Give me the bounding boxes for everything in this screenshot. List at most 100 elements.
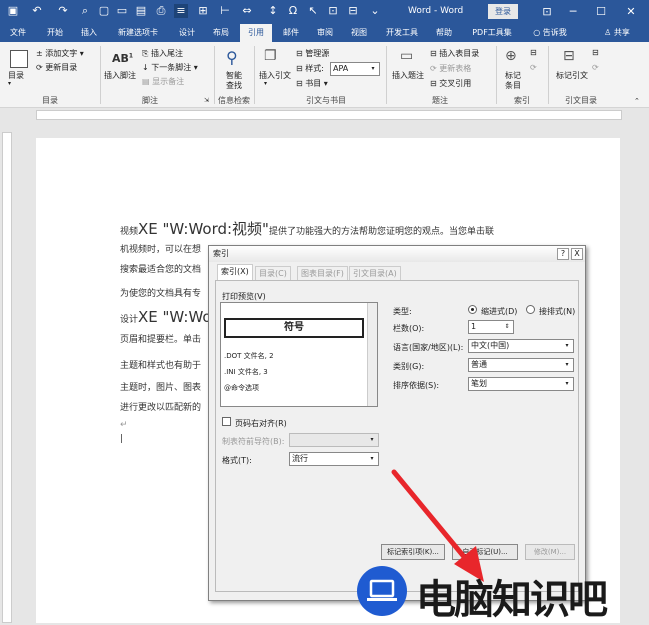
dialog-title: 索引	[209, 246, 585, 262]
footnote-launcher-icon[interactable]: ⇲	[204, 97, 209, 104]
tab-layout[interactable]: 布局	[206, 24, 236, 42]
bibliography-button[interactable]: ⊟ 书目 ▾	[296, 78, 328, 89]
customize-qat-icon[interactable]: ⌄	[368, 4, 382, 18]
language-select[interactable]: 中文(中国) ▾	[468, 339, 574, 353]
tab-review[interactable]: 审阅	[310, 24, 340, 42]
new-doc-icon[interactable]: ▢	[97, 4, 111, 18]
format-select[interactable]: 流行 ▾	[289, 452, 379, 466]
tab-pdf[interactable]: PDF工具集	[464, 24, 520, 42]
language-label: 语言(国家/地区)(L):	[393, 343, 464, 352]
align-icon[interactable]: ⊢	[218, 4, 232, 18]
undo-icon[interactable]: ↶	[30, 4, 44, 18]
print-preview-icon[interactable]: ⌕	[78, 4, 92, 18]
sort-select[interactable]: 笔划 ▾	[468, 377, 574, 391]
manage-sources-button[interactable]: ⊟ 管理源	[296, 48, 329, 59]
update-toc-button[interactable]: ⟳ 更新目录	[36, 62, 77, 73]
dialog-close-icon[interactable]: X	[571, 248, 583, 260]
tab-insert[interactable]: 插入	[74, 24, 104, 42]
tab-table-of-figures[interactable]: 图表目录(F)	[297, 266, 348, 280]
group-separator	[548, 46, 549, 104]
insert-footnote-button[interactable]: 插入脚注	[104, 70, 136, 81]
redo-icon[interactable]: ↷	[56, 4, 70, 18]
right-align-checkbox[interactable]	[222, 417, 231, 426]
select-icon[interactable]: ↖	[306, 4, 320, 18]
save-as-icon[interactable]: ▤	[134, 4, 148, 18]
tab-mailings[interactable]: 邮件	[276, 24, 306, 42]
tab-leader-select[interactable]: ▾	[289, 433, 379, 447]
toa-insert-icon[interactable]: ⊟	[592, 48, 599, 57]
sort-label: 排序依据(S):	[393, 381, 440, 390]
tab-references[interactable]: 引用	[240, 24, 272, 42]
index-insert-icon[interactable]: ⊟	[530, 48, 537, 57]
paragraph-mark-icon: ↵	[120, 420, 128, 430]
insert-endnote-label: 插入尾注	[150, 49, 183, 58]
save-icon[interactable]: ▣	[6, 4, 20, 18]
lightbulb-icon: ○	[533, 28, 543, 37]
modify-button[interactable]: 修改(M)...	[525, 544, 575, 560]
text-box-icon[interactable]: ⊡	[326, 4, 340, 18]
tab-index[interactable]: 索引(X)	[217, 264, 253, 280]
tab-home[interactable]: 开始	[40, 24, 70, 42]
share-button[interactable]: ♙ 共享	[594, 24, 640, 42]
cross-ref-button[interactable]: ⊟ 交叉引用	[430, 78, 471, 89]
xe-field-1[interactable]: XE "W:Word:视频"	[138, 220, 269, 238]
close-icon[interactable]: ✕	[620, 3, 642, 21]
index-update-icon[interactable]: ⟳	[530, 63, 537, 72]
runin-radio[interactable]	[526, 305, 535, 314]
add-text-button[interactable]: ± 添加文字 ▾	[36, 48, 84, 59]
print-icon[interactable]: ⎙	[154, 4, 168, 18]
login-button[interactable]: 登录	[488, 4, 518, 19]
footnote-ab-icon: AB1	[112, 52, 134, 65]
tab-table-of-authorities[interactable]: 引文目录(A)	[349, 266, 401, 280]
help-icon[interactable]: ?	[557, 248, 569, 260]
tab-help[interactable]: 帮助	[428, 24, 460, 42]
columns-stepper[interactable]: 1 ⇕	[468, 320, 514, 334]
toc-dropdown-icon[interactable]: ▾	[8, 80, 11, 87]
chevron-down-icon: ▾	[370, 455, 374, 462]
ribbon-tabs: 文件 开始 插入 新建选项卡 设计 布局 引用 邮件 审阅 视图 开发工具 帮助…	[0, 24, 649, 42]
tab-leader-label: 制表符前导符(B):	[222, 437, 285, 446]
tab-design[interactable]: 设计	[172, 24, 202, 42]
bibliography-icon: ⊟	[296, 79, 306, 88]
tell-me[interactable]: ○ 告诉我	[526, 24, 574, 42]
mark-citation-icon: ⊟	[563, 48, 575, 64]
doc-line-2: 机视频时，可以在想	[120, 245, 202, 255]
insert-caption-button[interactable]: 插入题注	[392, 70, 424, 81]
read-mode-icon[interactable]: ≡	[174, 4, 188, 18]
tab-toc[interactable]: 目录(C)	[255, 266, 291, 280]
open-folder-icon[interactable]: ▭	[115, 4, 129, 18]
category-select[interactable]: 普通 ▾	[468, 358, 574, 372]
update-table-button[interactable]: ⟳ 更新表格	[430, 63, 471, 74]
spacing-icon[interactable]: ⇔	[240, 4, 254, 18]
type-label: 类型:	[393, 307, 412, 316]
mark-citation-button[interactable]: 标记引文	[556, 70, 588, 81]
vertical-ruler[interactable]	[0, 122, 14, 623]
minimize-icon[interactable]: ─	[562, 3, 584, 21]
share-label: 共享	[613, 28, 630, 37]
sort-icon[interactable]: ↕	[266, 4, 280, 18]
stepper-icon[interactable]: ⇕	[502, 322, 512, 332]
tab-view[interactable]: 视图	[344, 24, 374, 42]
preview-scrollbar[interactable]	[367, 303, 377, 406]
next-footnote-label: 下一条脚注	[151, 63, 192, 72]
insert-citation-dropdown-icon[interactable]: ▾	[264, 80, 267, 87]
insert-table-figures-button[interactable]: ⊟ 插入表目录	[430, 48, 479, 59]
title-bar: ▣ ↶ ↷ ⌕ ▢ ▭ ▤ ⎙ ≡ ⊞ ⊢ ⇔ ↕ Ω ↖ ⊡ ⊟ ⌄ Word…	[0, 0, 649, 24]
collapse-ribbon-icon[interactable]: ⌃	[634, 97, 640, 105]
next-footnote-button[interactable]: ↓ 下一条脚注 ▾	[142, 62, 198, 73]
horizontal-ruler[interactable]	[0, 108, 649, 122]
tab-new[interactable]: 新建选项卡	[108, 24, 168, 42]
table-icon[interactable]: ⊞	[196, 4, 210, 18]
tab-developer[interactable]: 开发工具	[380, 24, 424, 42]
indent-radio[interactable]	[468, 305, 477, 314]
ribbon-display-icon[interactable]: ⊡	[536, 3, 558, 21]
xe-field-2[interactable]: XE "W:Wo	[138, 308, 212, 326]
border-icon[interactable]: ⊟	[346, 4, 360, 18]
toa-update-icon[interactable]: ⟳	[592, 63, 599, 72]
insert-endnote-button[interactable]: ⎘ 插入尾注	[142, 48, 183, 59]
symbol-icon[interactable]: Ω	[286, 4, 300, 18]
style-select[interactable]: APA ▾	[330, 62, 380, 76]
tab-file[interactable]: 文件	[2, 24, 34, 42]
maximize-icon[interactable]: ☐	[590, 3, 612, 21]
show-notes-button[interactable]: ▤ 显示备注	[142, 76, 184, 87]
